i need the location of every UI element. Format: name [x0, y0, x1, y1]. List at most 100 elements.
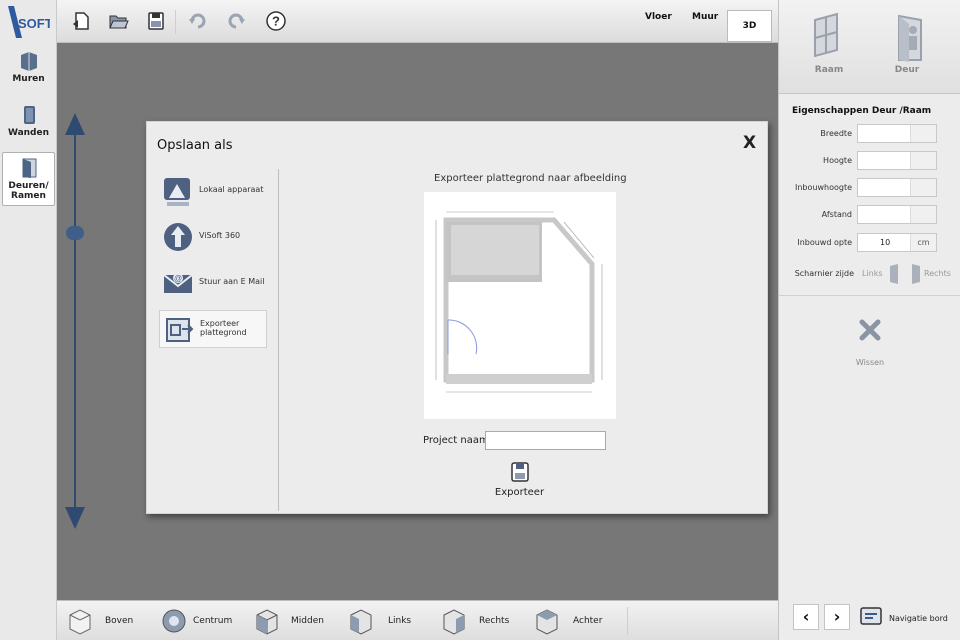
- insert-door-label: Deur: [894, 65, 920, 75]
- toolbar-divider: [175, 10, 176, 34]
- hinge-right-option[interactable]: Rechts: [910, 264, 956, 284]
- export-heading: Exporteer plattegrond naar afbeelding: [434, 173, 627, 184]
- bottom-view-bar: Boven Centrum Midden Links Rechts Achter: [57, 600, 778, 640]
- option-email[interactable]: @ Stuur aan E Mail: [159, 264, 267, 302]
- chevron-right-icon: ›: [833, 607, 841, 626]
- nav-prev-button[interactable]: ‹: [793, 604, 819, 630]
- tool-panels-label: Wanden: [7, 128, 50, 138]
- close-icon[interactable]: X: [743, 133, 756, 153]
- redo-button[interactable]: [225, 10, 247, 32]
- view-middle-button[interactable]: Midden: [254, 607, 326, 635]
- zoom-slider-track: [74, 131, 76, 523]
- hinge-left-option[interactable]: Links: [862, 264, 904, 284]
- insert-door-button[interactable]: Deur: [877, 10, 937, 75]
- open-folder-icon: [109, 15, 129, 29]
- view-top-label: Boven: [105, 616, 134, 626]
- middle-view-icon: [256, 609, 278, 635]
- insert-window-label: Raam: [814, 65, 844, 75]
- hinge-left-icon: [890, 264, 898, 284]
- tool-walls[interactable]: Muren: [2, 46, 55, 98]
- save-button[interactable]: [145, 10, 167, 32]
- open-button[interactable]: [107, 10, 129, 32]
- install-depth-label: Inbouwd opte: [797, 238, 852, 247]
- option-export-floorplan-label: Exporteer plattegrond: [200, 319, 247, 337]
- width-label: Breedte: [820, 129, 852, 138]
- option-visoft-360[interactable]: ViSoft 360: [159, 218, 267, 256]
- tool-doors-windows[interactable]: Deuren/ Ramen: [2, 152, 55, 206]
- insert-tools: Raam Deur: [779, 0, 960, 94]
- redo-icon: [228, 13, 245, 29]
- svg-text:?: ?: [272, 14, 280, 29]
- export-button[interactable]: Exporteer: [492, 460, 547, 498]
- wall-icon: [20, 52, 37, 71]
- zoom-slider-handle[interactable]: [66, 226, 84, 240]
- tool-walls-label: Muren: [12, 74, 45, 84]
- undo-button[interactable]: [187, 10, 209, 32]
- properties-title: Eigenschappen Deur /Raam: [792, 106, 932, 116]
- option-local-device[interactable]: Lokaal apparaat: [159, 172, 267, 210]
- view-left-button[interactable]: Links: [348, 607, 418, 635]
- navigation-board-label: Navigatie bord: [889, 614, 948, 623]
- undo-icon: [189, 13, 206, 29]
- option-visoft-360-label: ViSoft 360: [199, 231, 241, 240]
- install-depth-value: 10: [880, 238, 891, 247]
- dialog-title: Opslaan als: [157, 138, 233, 153]
- hinge-side-label: Scharnier zijde: [794, 269, 854, 278]
- view-left-label: Links: [388, 616, 412, 626]
- install-depth-unit: cm: [910, 234, 936, 251]
- save-as-dialog: Opslaan als X Lokaal apparaat ViSoft 360…: [146, 121, 768, 514]
- arrow-down-icon[interactable]: [65, 507, 85, 529]
- window-icon: [814, 12, 838, 58]
- svg-text:@: @: [174, 274, 182, 283]
- insert-window-button[interactable]: Raam: [799, 10, 859, 75]
- hinge-right-label: Rechts: [924, 269, 951, 278]
- tab-3d[interactable]: 3D: [727, 10, 772, 42]
- hinge-right-icon: [912, 264, 920, 284]
- view-right-label: Rechts: [479, 616, 510, 626]
- tab-floor[interactable]: Vloer: [645, 12, 672, 22]
- tool-doors-windows-label: Deuren/ Ramen: [8, 181, 49, 201]
- top-toolbar: ? Vloer Muur 3D: [57, 0, 778, 43]
- view-center-label: Centrum: [193, 616, 233, 626]
- view-top-button[interactable]: Boven: [67, 607, 139, 635]
- option-email-label: Stuur aan E Mail: [199, 277, 265, 286]
- nav-next-button[interactable]: ›: [824, 604, 850, 630]
- width-unit: [910, 125, 936, 142]
- save-icon: [148, 12, 164, 30]
- arrow-up-icon[interactable]: [65, 113, 85, 135]
- option-local-device-label: Lokaal apparaat: [199, 185, 264, 194]
- install-depth-field[interactable]: 10 cm: [857, 233, 937, 252]
- distance-unit: [910, 206, 936, 223]
- view-right-button[interactable]: Rechts: [441, 607, 513, 635]
- right-view-icon: [443, 609, 465, 635]
- left-toolbar: SOFT Muren Wanden Deuren/ Ramen: [0, 0, 57, 640]
- top-view-icon: [69, 609, 91, 635]
- view-center-button[interactable]: Centrum: [161, 607, 241, 635]
- left-view-icon: [350, 609, 372, 635]
- tab-wall[interactable]: Muur: [692, 12, 718, 22]
- center-view-icon: [162, 609, 186, 633]
- project-name-input[interactable]: [485, 431, 606, 450]
- help-button[interactable]: ?: [265, 10, 287, 32]
- local-device-icon: [164, 178, 190, 206]
- project-name-label: Project naam: [423, 435, 489, 446]
- new-file-button[interactable]: [70, 10, 92, 32]
- height-field[interactable]: [857, 151, 937, 170]
- chevron-left-icon: ‹: [802, 607, 810, 626]
- navigation-board-button[interactable]: Navigatie bord: [859, 606, 955, 630]
- tool-panels[interactable]: Wanden: [2, 100, 55, 152]
- new-file-icon: [73, 12, 89, 30]
- install-height-field[interactable]: [857, 178, 937, 197]
- view-back-label: Achter: [573, 616, 603, 626]
- delete-button[interactable]: Wissen: [855, 318, 885, 367]
- height-label: Hoogte: [823, 156, 852, 165]
- option-export-floorplan[interactable]: Exporteer plattegrond: [159, 310, 267, 348]
- door-panel-icon: [23, 106, 35, 124]
- distance-field[interactable]: [857, 205, 937, 224]
- height-unit: [910, 152, 936, 169]
- install-height-label: Inbouwhoogte: [794, 183, 852, 192]
- width-field[interactable]: [857, 124, 937, 143]
- dialog-divider: [278, 169, 279, 511]
- floorplan-image: [435, 211, 603, 393]
- view-back-button[interactable]: Achter: [534, 607, 606, 635]
